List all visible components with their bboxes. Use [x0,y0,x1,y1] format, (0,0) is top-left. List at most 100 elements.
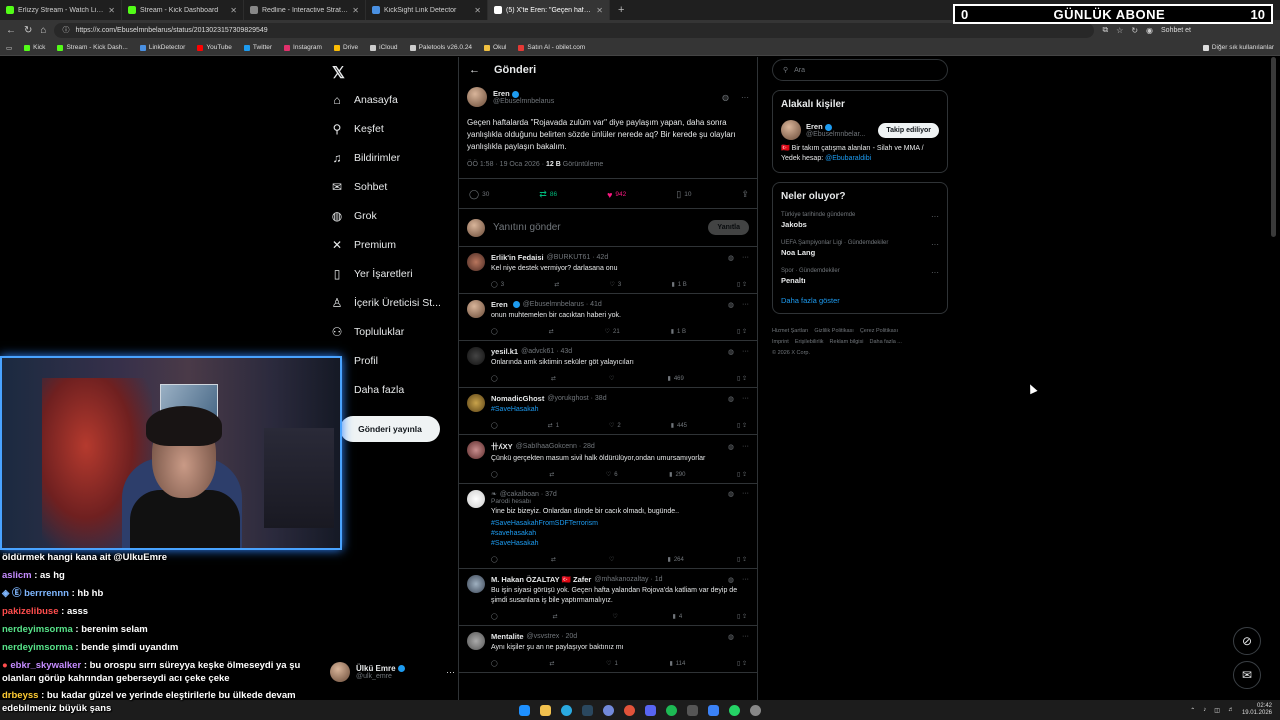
bookmark-icon[interactable]: ▯ ⇪ [737,471,747,478]
search-input[interactable]: ⚲ Ara [772,59,948,81]
grok-icon[interactable]: ◍ [728,395,734,403]
grok-icon[interactable]: ◍ [722,93,729,102]
grok-icon[interactable]: ◍ [728,633,734,641]
bookmark-item[interactable]: Okul [484,44,506,51]
bookmark-icon[interactable]: ▯ ⇪ [737,422,747,429]
views-icon[interactable]: ▮ 290 [669,471,685,479]
grok-fab-icon[interactable]: ⊘ [1233,627,1261,655]
avatar[interactable] [467,394,485,412]
reply-icon[interactable]: ◯ [491,556,498,563]
sidebar-item-communities[interactable]: ⚇ Topluluklar [330,325,405,339]
bookmark-icon[interactable]: ▯ ⇪ [737,281,747,288]
repost-icon[interactable]: ⇄ [553,613,558,620]
bookmark-item[interactable]: Paletools v26.0.24 [409,44,472,51]
spotify-icon[interactable] [666,704,677,716]
trend-item[interactable]: Spor · Gündemdekiler Penaltı ··· [781,268,939,285]
more-icon[interactable]: ··· [742,348,749,356]
sidebar-item-premium[interactable]: ✕ Premium [330,238,396,252]
reply-item[interactable]: M. Hakan ÖZALTAY 🇹🇷 Zafer @mhakanozaltay … [459,569,757,626]
sidebar-item-grok[interactable]: ◍ Grok [330,209,377,223]
more-icon[interactable]: ··· [931,212,939,221]
sidebar-item-notifications[interactable]: ♫ Bildirimler [330,151,401,165]
avatar[interactable] [781,120,801,140]
sidebar-item-bookmarks[interactable]: ▯ Yer İşaretleri [330,267,413,281]
more-icon[interactable]: ··· [931,268,939,277]
discord-icon[interactable] [603,704,614,716]
refresh-ext-icon[interactable]: ↻ [1131,26,1138,35]
url-field[interactable]: ⓘ https://x.com/Ebuselmnbelarus/status/2… [54,22,1095,38]
avatar[interactable] [467,490,485,508]
reply-icon[interactable]: ◯ [491,660,498,667]
close-tab-icon[interactable]: ✕ [352,6,359,15]
more-icon[interactable]: ··· [742,395,749,403]
browser-tab[interactable]: Erlizzy Stream - Watch Live on Kick✕ [0,0,122,20]
avatar[interactable] [467,632,485,650]
bookmark-item[interactable]: Stream - Kick Dash... [57,44,128,51]
browser-tab[interactable]: Stream - Kick Dashboard ✕ [122,0,244,20]
share-button[interactable]: ⇪ [741,189,749,200]
trend-item[interactable]: Türkiye tarihinde gündemde Jakobs ··· [781,212,939,229]
heart-icon[interactable]: ♡ [609,375,614,382]
file-explorer-icon[interactable] [540,704,551,716]
post-time[interactable]: ÖÖ 1:58 · 19 Oca 2026 · [467,161,544,168]
app-icon[interactable] [645,704,656,716]
settings-icon[interactable] [750,704,761,716]
more-icon[interactable]: ··· [742,254,749,262]
browser-tab-active[interactable]: (5) X'te Eren: "Geçen haftalarda "R✕ [488,0,610,20]
grok-icon[interactable]: ◍ [728,254,734,262]
more-icon[interactable]: ··· [742,443,749,451]
bookmark-item[interactable]: Satın Al - obilet.com [518,44,585,51]
hashtag-link[interactable]: #SaveHasakah [491,405,749,415]
obs-icon[interactable] [624,704,635,716]
reload-icon[interactable]: ↻ [24,25,32,36]
reply-input[interactable]: Yanıtını gönder [493,222,700,233]
back-arrow-icon[interactable]: ← [469,64,480,76]
show-more-link[interactable]: Daha fazla göster [781,296,939,305]
bookmark-item[interactable]: Kick [24,44,45,51]
footer-link[interactable]: Gizlilik Politikası [814,328,853,334]
following-button[interactable]: Takip ediliyor [878,122,939,138]
new-tab-icon[interactable]: + [610,4,632,16]
views-icon[interactable]: ▮ 264 [668,556,684,564]
reply-icon[interactable]: ◯ [491,422,498,429]
bookmark-icon[interactable]: ▯ ⇪ [737,613,747,620]
footer-link[interactable]: Daha fazla ... [869,339,901,345]
bookmark-item[interactable]: Instagram [284,44,322,51]
bookmark-icon[interactable]: ▯ ⇪ [737,328,747,335]
author-name[interactable]: Eren [493,89,510,98]
close-tab-icon[interactable]: ✕ [474,6,481,15]
views-icon[interactable]: ▮ 445 [671,422,687,430]
more-icon[interactable]: ··· [741,93,749,102]
app-icon[interactable] [687,704,698,716]
reply-item[interactable]: NomadicGhost @yorukghost · 38d ◍ ··· #SaveH… [459,388,757,435]
sidebar-item-home[interactable]: ⌂ Anasayfa [330,93,397,107]
bookmark-item[interactable]: iCloud [370,44,398,51]
bookmark-item[interactable]: YouTube [197,44,232,51]
start-menu-icon[interactable] [519,704,530,716]
whatsapp-icon[interactable] [729,704,740,716]
bookmark-item[interactable]: Drive [333,44,358,51]
repost-icon[interactable]: ⇄ 1 [548,422,559,430]
post-button[interactable]: Gönderi yayınla [340,416,440,442]
grok-icon[interactable]: ◍ [728,348,734,356]
reply-item[interactable]: Erlik'in Fedaisi @BURKUT61 · 42d ◍ ··· Kel … [459,247,757,294]
views-icon[interactable]: ▮ 1 B [671,328,686,336]
close-tab-icon[interactable]: ✕ [596,6,603,15]
views-icon[interactable]: ▮ 114 [669,660,685,668]
browser-tab[interactable]: Redline - Interactive Strategic Map✕ [244,0,366,20]
x-logo-icon[interactable]: 𝕏 [332,63,345,83]
reply-item[interactable]: ❧ @cakalboan · 37d ◍ ··· Parodi hesabı Yine… [459,484,757,569]
grok-icon[interactable]: ◍ [728,576,734,584]
author-handle[interactable]: @Ebuselmnbelarus [493,98,716,105]
extensions-icon[interactable]: ⧉ [1102,25,1108,35]
steam-icon[interactable] [582,704,593,716]
back-icon[interactable]: ← [6,25,16,36]
avatar[interactable] [467,300,485,318]
repost-icon[interactable]: ⇄ [551,556,556,563]
bookmark-icon[interactable]: ▯ ⇪ [737,556,747,563]
repost-icon[interactable]: ⇄ [549,660,554,667]
heart-icon[interactable]: ♡ [609,556,614,563]
related-person[interactable]: Eren @Ebuselmnbelar... Takip ediliyor [781,120,939,140]
reply-icon[interactable]: ◯ [491,613,498,620]
grok-icon[interactable]: ◍ [728,443,734,451]
